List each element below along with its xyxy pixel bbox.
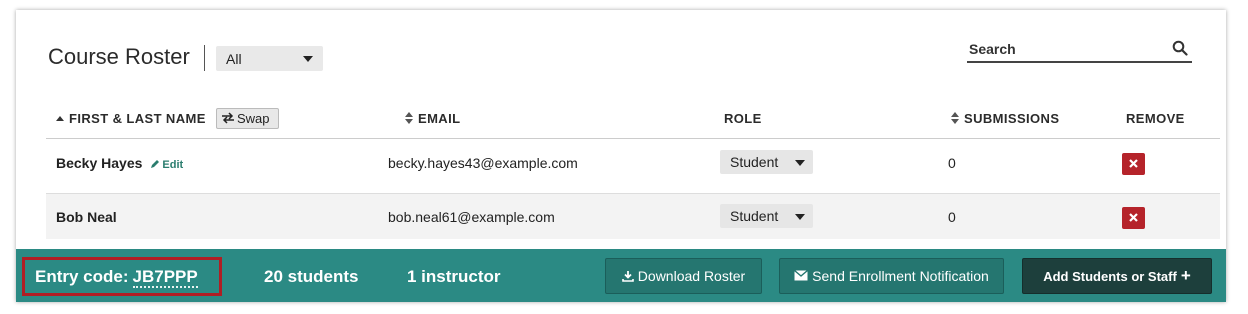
table-row: Becky Hayes Edit becky.hayes43@example.co…	[46, 140, 1220, 186]
send-enrollment-notification-label: Send Enrollment Notification	[812, 268, 989, 284]
send-enrollment-notification-button[interactable]: Send Enrollment Notification	[779, 258, 1004, 294]
chevron-down-icon	[795, 160, 805, 166]
student-email: bob.neal61@example.com	[388, 209, 555, 225]
search-icon[interactable]	[1172, 40, 1188, 56]
submissions-count: 0	[948, 209, 956, 225]
student-name-cell: Becky Hayes Edit	[56, 155, 183, 171]
page-title: Course Roster	[48, 44, 190, 69]
pencil-icon	[151, 160, 160, 169]
roster-filter-value: All	[226, 51, 242, 67]
swap-icon	[222, 112, 234, 124]
add-students-label: Add Students or Staff	[1043, 269, 1177, 284]
role-value: Student	[730, 208, 779, 224]
column-header-name-label: FIRST & LAST NAME	[69, 111, 206, 126]
sort-ascending-icon	[56, 115, 64, 121]
role-dropdown[interactable]: Student	[720, 150, 813, 174]
roster-filter-dropdown[interactable]: All	[216, 46, 323, 71]
student-name: Bob Neal	[56, 209, 117, 225]
chevron-down-icon	[795, 214, 805, 220]
role-value: Student	[730, 154, 779, 170]
swap-name-order-button[interactable]: Swap	[216, 108, 279, 129]
edit-label: Edit	[162, 159, 184, 171]
close-icon	[1129, 158, 1138, 168]
chevron-down-icon	[303, 56, 313, 62]
download-roster-label: Download Roster	[637, 268, 746, 284]
close-icon	[1129, 212, 1138, 222]
header-divider	[46, 138, 1220, 139]
entry-code: Entry code: JB7PPP	[35, 267, 198, 288]
column-header-email[interactable]: EMAIL	[405, 111, 460, 126]
student-name: Becky Hayes	[56, 155, 143, 171]
search-input[interactable]: Search	[967, 38, 1192, 63]
edit-name-link[interactable]: Edit	[150, 159, 183, 171]
sort-icon	[951, 112, 959, 125]
table-row: Bob Neal bob.neal61@example.com Student …	[46, 193, 1220, 239]
student-email: becky.hayes43@example.com	[388, 155, 578, 171]
title-divider	[204, 45, 205, 71]
envelope-icon	[794, 270, 809, 281]
download-icon	[621, 270, 634, 282]
entry-code-value[interactable]: JB7PPP	[132, 267, 198, 288]
plus-icon: +	[1180, 266, 1191, 286]
column-header-submissions-label: SUBMISSIONS	[964, 111, 1060, 126]
column-header-remove: REMOVE	[1126, 111, 1185, 126]
student-count: 20 students	[264, 267, 359, 286]
download-roster-button[interactable]: Download Roster	[605, 258, 762, 294]
swap-button-label: Swap	[237, 111, 270, 126]
course-roster-card: Course Roster All Search FIRST & LAST NA…	[16, 10, 1226, 302]
search-placeholder: Search	[969, 41, 1016, 57]
entry-code-highlight: Entry code: JB7PPP	[22, 257, 222, 296]
remove-student-button[interactable]	[1122, 153, 1145, 175]
submissions-count: 0	[948, 155, 956, 171]
remove-student-button[interactable]	[1122, 207, 1145, 229]
roster-footer: Entry code: JB7PPP 20 students 1 instruct…	[16, 249, 1226, 302]
column-header-submissions[interactable]: SUBMISSIONS	[951, 111, 1059, 126]
column-header-role: ROLE	[724, 111, 762, 126]
role-dropdown[interactable]: Student	[720, 204, 813, 228]
column-header-name[interactable]: FIRST & LAST NAME	[56, 111, 206, 126]
instructor-count: 1 instructor	[407, 267, 501, 286]
entry-code-label: Entry code:	[35, 267, 129, 286]
column-header-email-label: EMAIL	[418, 111, 461, 126]
add-students-or-staff-button[interactable]: Add Students or Staff +	[1022, 258, 1212, 294]
sort-icon	[405, 112, 413, 125]
